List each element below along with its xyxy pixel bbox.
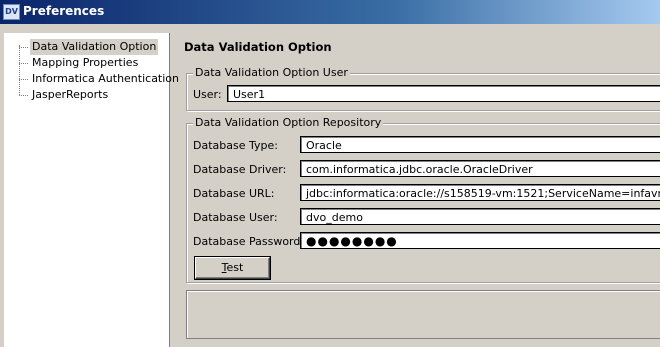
tree-branch-line (19, 63, 28, 64)
tree-item-jasperreports[interactable]: JasperReports (19, 87, 169, 103)
test-button[interactable]: Test (195, 257, 270, 279)
user-label: User: (193, 88, 222, 101)
database-user-field[interactable]: dvo_demo (300, 208, 660, 225)
user-group: Data Validation Option User User: User1 (186, 66, 660, 111)
test-button-label: est (226, 261, 244, 274)
bottom-panel (186, 290, 660, 339)
database-driver-label: Database Driver: (193, 163, 287, 176)
tree-branch-line (19, 47, 28, 48)
repository-group-legend: Data Validation Option Repository (193, 116, 384, 130)
database-type-field[interactable]: Oracle (300, 136, 660, 153)
database-password-field[interactable]: ●●●●●●●● (300, 232, 660, 249)
preferences-tree: Data Validation Option Mapping Propertie… (4, 33, 179, 347)
title-bar[interactable]: DV Preferences (0, 0, 660, 24)
database-user-label: Database User: (193, 211, 278, 224)
tree-item-label: Informatica Authentication (32, 72, 180, 85)
page-header: Data Validation Option (174, 33, 660, 59)
database-url-field[interactable]: jdbc:informatica:oracle://s158519-vm:152… (300, 184, 660, 201)
app-icon: DV (3, 4, 20, 20)
tree-item-label: JasperReports (32, 88, 109, 101)
user-group-legend: Data Validation Option User (193, 66, 350, 80)
tree-branch-line (19, 95, 28, 96)
page-title: Data Validation Option (184, 40, 332, 54)
window-title: Preferences (23, 4, 105, 18)
user-field[interactable]: User1 (227, 85, 660, 102)
tree-item-label: Mapping Properties (32, 56, 139, 69)
database-driver-field[interactable]: com.informatica.jdbc.oracle.OracleDriver (300, 160, 660, 177)
database-type-label: Database Type: (193, 139, 278, 152)
tree-item-data-validation-option[interactable]: Data Validation Option (19, 39, 169, 55)
repository-group: Data Validation Option Repository Databa… (186, 116, 660, 283)
tree-item-label: Data Validation Option (30, 39, 159, 55)
tree-branch-line (19, 79, 28, 80)
tree-item-informatica-authentication[interactable]: Informatica Authentication (19, 71, 179, 87)
database-password-label: Database Password: (193, 235, 305, 248)
tree-item-mapping-properties[interactable]: Mapping Properties (19, 55, 169, 71)
database-url-label: Database URL: (193, 187, 275, 200)
